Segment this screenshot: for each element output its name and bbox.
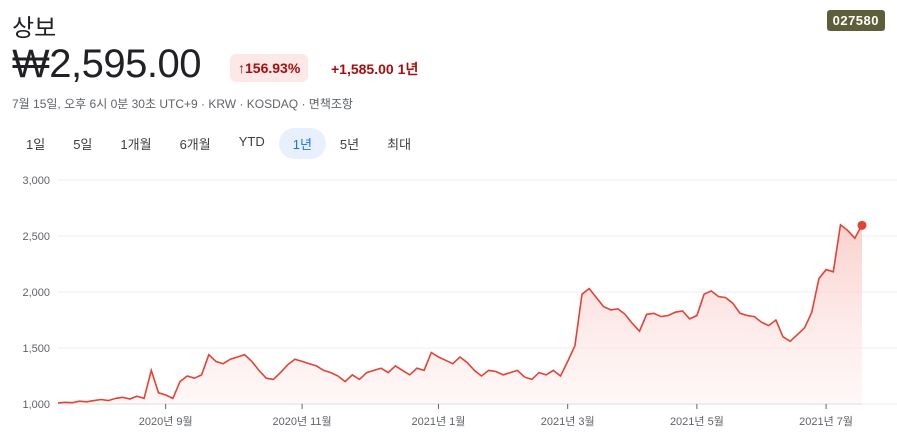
range-button-7[interactable]: 최대 bbox=[373, 128, 425, 159]
absolute-change-value: +1,585.00 bbox=[331, 61, 394, 77]
y-tick-label: 1,000 bbox=[22, 399, 50, 411]
range-button-5[interactable]: 1년 bbox=[278, 128, 326, 159]
y-axis-labels: 1,000 1,500 2,000 2,500 3,000 bbox=[22, 175, 50, 411]
y-tick-label: 3,000 bbox=[22, 175, 50, 187]
x-tick-label: 2020년 11월 bbox=[272, 415, 331, 428]
x-tick-label: 2021년 5월 bbox=[670, 415, 724, 428]
quote-meta: 7월 15일, 오후 6시 0분 30초 UTC+9 · KRW · KOSDA… bbox=[12, 97, 353, 111]
range-button-2[interactable]: 1개월 bbox=[106, 128, 165, 159]
x-tick-label: 2020년 9월 bbox=[139, 415, 193, 428]
range-button-0[interactable]: 1일 bbox=[12, 128, 59, 159]
x-tick-label: 2021년 1월 bbox=[412, 415, 466, 428]
x-tick-label: 2021년 3월 bbox=[541, 415, 595, 428]
range-button-1[interactable]: 5일 bbox=[59, 128, 106, 159]
y-tick-label: 2,000 bbox=[22, 287, 50, 299]
x-axis-labels: 2020년 9월 2020년 11월 2021년 1월 2021년 3월 2021년 5… bbox=[139, 404, 853, 428]
range-selector: 1일 5일 1개월 6개월 YTD 1년 5년 최대 bbox=[12, 128, 425, 159]
current-price: ₩2,595.00 bbox=[12, 42, 201, 86]
change-period: 1년 bbox=[397, 61, 419, 77]
x-tick-label: 2021년 7월 bbox=[799, 415, 853, 428]
y-tick-label: 2,500 bbox=[22, 231, 50, 243]
range-button-3[interactable]: 6개월 bbox=[166, 128, 225, 159]
range-button-4[interactable]: YTD bbox=[225, 128, 279, 159]
ticker-badge[interactable]: 027580 bbox=[826, 10, 885, 31]
range-button-6[interactable]: 5년 bbox=[326, 128, 373, 159]
stock-name: 상보 bbox=[12, 15, 57, 42]
absolute-change: +1,585.00 1년 bbox=[331, 59, 418, 79]
price-chart[interactable]: 1,0001,5002,0002,5003,000 2020년 9월 2020년 … bbox=[0, 160, 897, 444]
last-price-dot bbox=[857, 220, 867, 230]
y-tick-label: 1,500 bbox=[22, 343, 50, 355]
percent-change-badge: ↑156.93% bbox=[230, 54, 309, 82]
